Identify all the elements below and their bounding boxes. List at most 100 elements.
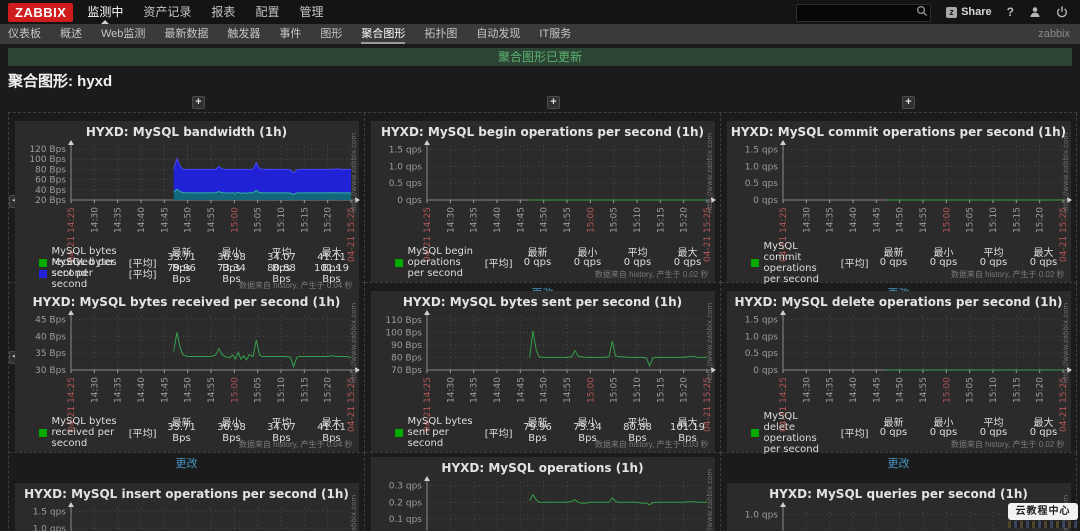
svg-text:14:45: 14:45 [160,207,170,233]
svg-text:120 Bps: 120 Bps [29,145,66,155]
svg-text:14:30: 14:30 [802,207,812,233]
user-profile-icon[interactable] [1029,6,1041,18]
svg-text:14:55: 14:55 [919,377,929,403]
add-column-button[interactable]: + [902,96,915,109]
graph-image[interactable]: HYXD: MySQL operations (1h)0 qps0.1 qps0… [370,457,715,531]
svg-text:14:45: 14:45 [872,377,882,403]
svg-text:15:20: 15:20 [323,207,333,233]
main-menu-item[interactable]: 资产记录 [143,0,191,24]
legend-value: 0 qps [623,257,652,268]
svg-text:80 Bps: 80 Bps [35,165,66,175]
main-menu-item[interactable]: 监测中 [87,0,123,24]
search-input[interactable] [796,3,932,22]
graph-legend: 最新 最小 平均 最大 MySQL bytes sent per second [平均] 7… [371,416,715,449]
graph-title: HYXD: MySQL begin operations per second … [380,125,705,139]
svg-text:60 Bps: 60 Bps [35,176,66,186]
graph-plot: 0 qps0.5 qps1.0 qps1.5 qps04-21 14:2514:… [15,495,359,531]
screen-cell: HYXD: MySQL bandwidth (1h) 20 Bps 40 Bps 60… [9,113,365,311]
svg-text:14:35: 14:35 [469,207,479,233]
svg-text:15:10: 15:10 [633,207,643,233]
sub-menu-item[interactable]: 触发器 [227,24,260,44]
graph-legend: 最新 最小 平均 最大 MySQL bytes received per second[… [15,416,359,449]
svg-text:14:45: 14:45 [160,377,170,403]
svg-text:http://www.zabbix.com: http://www.zabbix.com [706,469,714,531]
watermark: 云教程中心 [1008,503,1078,520]
legend-function: [平均] [128,270,157,281]
legend-item-name: MySQL bytes received per second [51,416,117,449]
legend-value: 0 qps [523,257,552,268]
graph-plot: 30 Bps 35 Bps 40 Bps 45 Bps 04-21 14:25 14:30… [15,303,360,432]
svg-text:1.0 qps: 1.0 qps [744,510,778,520]
sub-menu-item[interactable]: 仪表板 [8,24,41,44]
legend-function: [平均] [128,429,157,440]
legend-row: MySQL bytes received per second [平均] 33.71… [38,416,357,449]
search-icon[interactable] [916,5,928,17]
graph-image[interactable]: HYXD: MySQL commit operations per second… [726,121,1072,285]
legend-value: 0 qps [879,427,908,438]
svg-text:0.1 qps: 0.1 qps [388,515,422,525]
add-column-button[interactable]: + [547,96,560,109]
svg-text:14:35: 14:35 [469,377,479,403]
legend-color-swatch [38,269,47,278]
svg-text:1.0 qps: 1.0 qps [744,332,778,342]
main-menu-item[interactable]: 管理 [299,0,323,24]
graph-plot: 0 qps0.5 qps1.0 qps1.5 qps04-21 14:2514:… [371,133,716,262]
sub-menu-item[interactable]: 图形 [320,24,342,44]
graph-image[interactable]: HYXD: MySQL bytes received per second (1… [14,291,360,452]
sub-menu-item[interactable]: 最新数据 [164,24,208,44]
legend-color-swatch [750,428,759,437]
legend-item-name: MySQL bytes sent per second [407,416,473,449]
graph-image[interactable]: HYXD: MySQL bandwidth (1h) 20 Bps 40 Bps 60… [14,121,360,293]
add-column-button[interactable]: + [192,96,205,109]
svg-text:15:05: 15:05 [253,377,263,403]
svg-text:14:30: 14:30 [90,207,100,233]
status-message[interactable]: 聚合图形已更新 [8,48,1072,66]
svg-text:15:20: 15:20 [679,207,689,233]
graph-image[interactable]: HYXD: MySQL delete operations per second… [726,291,1072,455]
sub-menu-item[interactable]: IT服务 [539,24,571,44]
graph-grid: HYXD: MySQL bandwidth (1h) 20 Bps 40 Bps 60… [8,112,1077,531]
graph-image[interactable]: HYXD: MySQL insert operations per second… [14,483,359,531]
sub-menu-item[interactable]: 拓扑图 [424,24,457,44]
svg-text:http://www.zabbix.com: http://www.zabbix.com [1062,303,1070,383]
svg-text:14:40: 14:40 [493,207,503,233]
main-menu-item[interactable]: 配置 [255,0,279,24]
svg-text:1.5 qps: 1.5 qps [388,145,422,155]
svg-text:15:05: 15:05 [965,377,975,403]
svg-text:14:30: 14:30 [446,377,456,403]
sub-menu-item[interactable]: 自动发现 [476,24,520,44]
legend-value: 0 qps [929,257,958,268]
graph-image[interactable]: HYXD: MySQL bytes sent per second (1h) 70… [370,291,716,452]
sub-menu-item[interactable]: 聚合图形 [361,24,405,44]
graph-title: HYXD: MySQL commit operations per second… [730,125,1067,139]
share-button[interactable]: z Share [946,6,992,18]
svg-text:15:10: 15:10 [277,207,287,233]
sub-menu-item[interactable]: 概述 [60,24,82,44]
svg-text:1.0 qps: 1.0 qps [388,162,422,172]
graph-title: HYXD: MySQL queries per second (1h) [769,487,1028,501]
svg-text:14:55: 14:55 [207,377,217,403]
main-menu-item[interactable]: 报表 [211,0,235,24]
svg-text:40 Bps: 40 Bps [35,332,66,342]
topbar-controls: z Share ? [796,3,1080,22]
graph-legend: 最新 最小 平均 最大 MySQL bytes received per second[… [15,246,359,290]
screen-cell: HYXD: MySQL bytes received per second (1… [9,283,365,470]
help-button[interactable]: ? [1007,5,1014,19]
main-menu: 监测中 资产记录 报表 配置 管理 [87,0,323,24]
legend-value: 0 qps [1029,257,1058,268]
zabbix-logo[interactable]: ZABBIX [8,2,74,22]
sub-menu-item[interactable]: 事件 [279,24,301,44]
svg-text:http://www.zabbix.com: http://www.zabbix.com [350,495,358,531]
svg-text:0.5 qps: 0.5 qps [388,179,422,189]
zabbix-screen: ZABBIX 监测中 资产记录 报表 配置 管理 z Share ? 仪表板 概述 Web监… [0,0,1080,531]
svg-text:15:05: 15:05 [253,207,263,233]
graph-image[interactable]: HYXD: MySQL begin operations per second … [370,121,716,282]
svg-text:15:00: 15:00 [942,207,952,233]
legend-value: 0 qps [573,257,602,268]
top-bar: ZABBIX 监测中 资产记录 报表 配置 管理 z Share ? [0,0,1080,24]
sub-menu-item[interactable]: Web监测 [101,24,145,44]
graph-title: HYXD: MySQL bytes sent per second (1h) [402,295,683,309]
logout-icon[interactable] [1056,6,1068,18]
svg-text:14:35: 14:35 [825,377,835,403]
svg-text:15:10: 15:10 [989,207,999,233]
